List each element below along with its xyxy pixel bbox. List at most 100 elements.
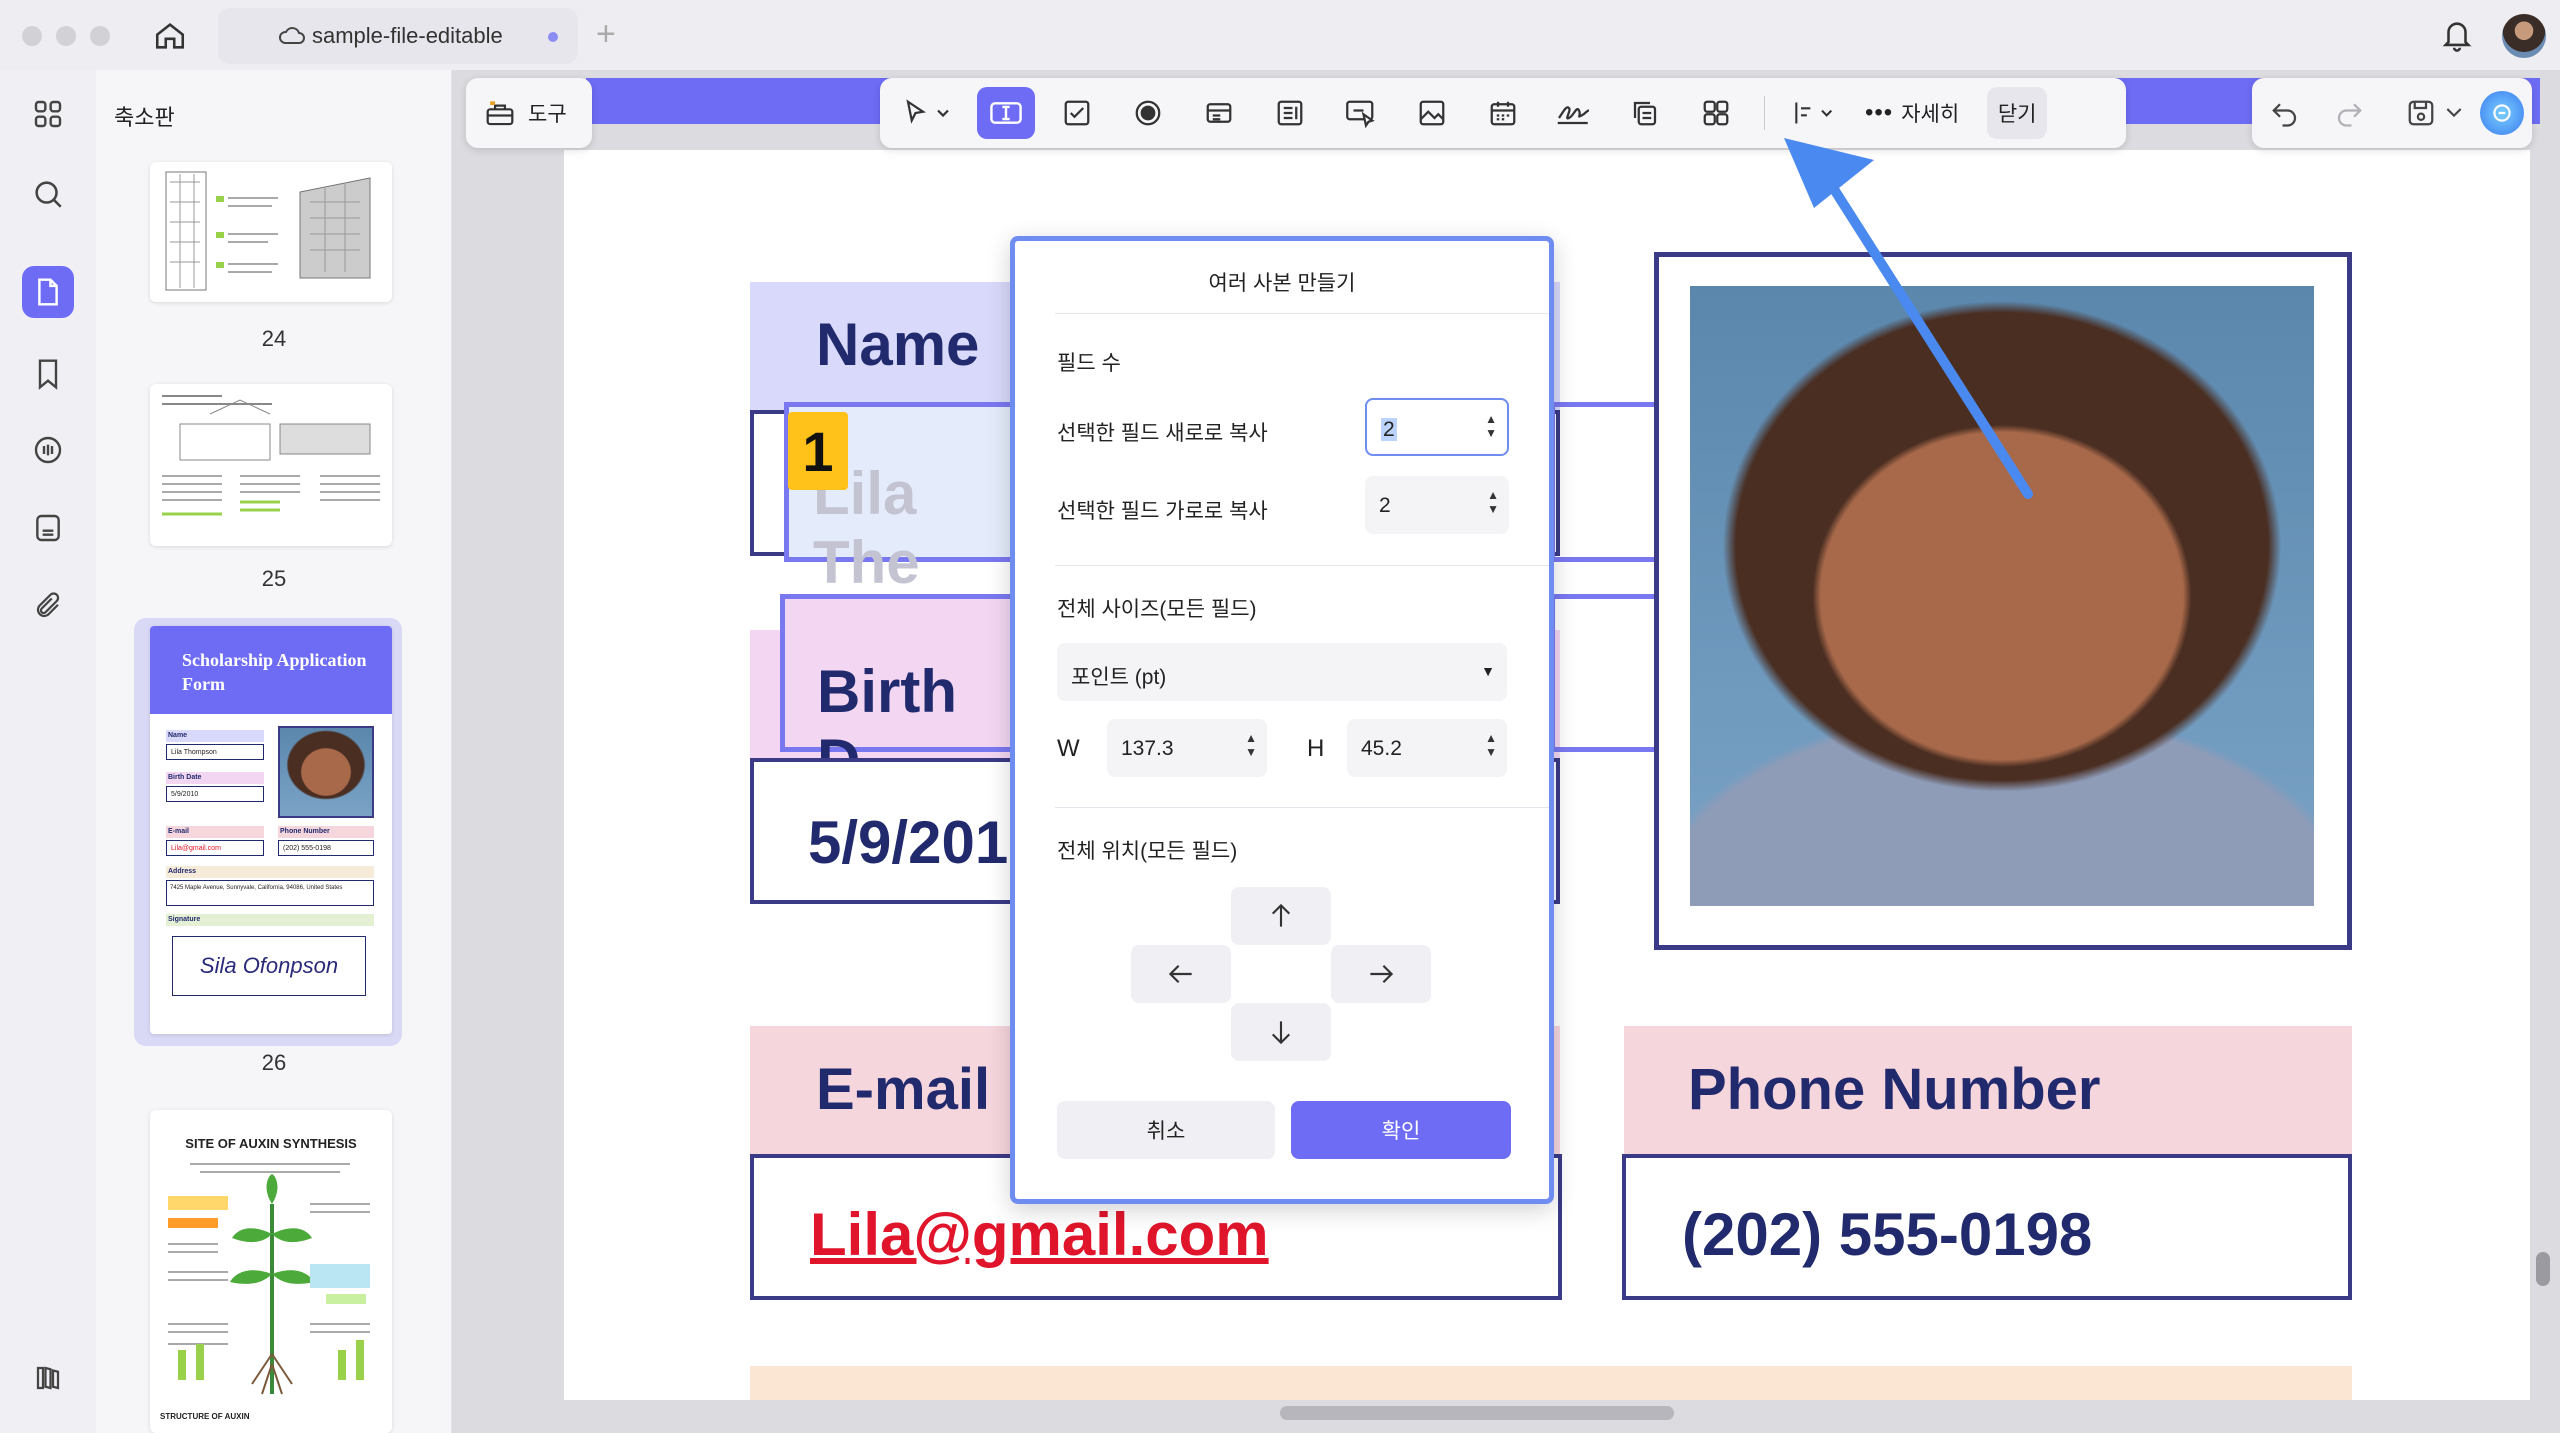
thumb-phone-label: Phone Number [278,826,374,838]
thumb-name-value: Lila Thompson [166,744,264,760]
button-tool-button[interactable] [1332,87,1390,139]
pages-icon[interactable] [22,266,74,318]
left-rail [0,70,96,1433]
image-field-tool-button[interactable] [1403,87,1461,139]
thumb-phone-value: (202) 555-0198 [278,840,374,856]
toolbar-divider [1764,96,1765,130]
height-value: 45.2 [1361,737,1402,760]
tools-label: 도구 [528,103,567,126]
stamp-icon[interactable] [22,502,74,554]
thumb-signature-label: Signature [166,914,374,926]
select-tool-button[interactable] [892,87,964,139]
page-thumbnail-26[interactable]: Scholarship Application Form Name Lila T… [150,626,392,1034]
annotation-arrow [1784,138,2033,499]
date-field-tool-button[interactable] [1474,87,1532,139]
vertical-copies-value: 2 [1381,418,1397,441]
stepper-icon[interactable]: ▲ ▼ [1487,488,1499,516]
stepper-icon[interactable]: ▲ ▼ [1485,731,1497,759]
redo-icon[interactable] [2334,99,2364,127]
phone-field-value: (202) 555-0198 [1682,1201,2093,1268]
thumb-email-label: E-mail [166,826,264,838]
home-icon[interactable] [148,16,192,56]
more-button[interactable]: ••• 자세히 [1865,98,1959,128]
text-field-tool-button[interactable] [977,87,1035,139]
thumb27-title: SITE OF AUXIN SYNTHESIS [185,1136,357,1151]
ok-button[interactable]: 확인 [1291,1101,1511,1159]
vertical-copies-input[interactable]: 2 ▲ ▼ [1365,398,1509,456]
layers-icon[interactable] [22,1352,74,1404]
phone-label: Phone Number [1688,1057,2101,1122]
stepper-icon[interactable]: ▲ ▼ [1245,731,1257,759]
thumb-email-value: Lila@gmail.com [166,840,264,856]
dialog-title: 여러 사본 만들기 [1208,272,1356,295]
tools-button[interactable]: 도구 [466,78,592,148]
vertical-scrollbar[interactable] [2536,1252,2550,1286]
multiple-copies-dialog: 여러 사본 만들기 필드 수 선택한 필드 새로로 복사 2 ▲ ▼ 선택한 필드… [1010,236,1554,1204]
thumb-photo [278,726,374,818]
move-down-button[interactable] [1231,1003,1331,1061]
email-label: E-mail [816,1057,991,1122]
save-dropdown-icon[interactable] [2446,107,2462,119]
thumb-address-value: 7425 Maple Avenue, Sunnyvale, California… [166,880,374,906]
dialog-divider [1055,565,1549,566]
minimize-window-button[interactable] [56,26,76,46]
horizontal-scrollbar[interactable] [1280,1406,1674,1420]
multiple-copies-tool-button[interactable] [1687,87,1745,139]
more-label: 자세히 [1901,103,1960,126]
page-number-25: 25 [261,566,287,591]
unit-select[interactable]: 포인트 (pt) ▼ [1057,643,1507,701]
toolbox-icon [484,98,516,128]
birth-field-value: 5/9/201 [808,809,1009,876]
ai-assistant-icon[interactable] [2480,91,2524,135]
height-label: H [1307,735,1325,762]
signature-tool-button[interactable] [1545,87,1603,139]
move-left-button[interactable] [1131,945,1231,1003]
page-thumbnail-24[interactable] [150,162,392,302]
vertical-copies-label: 선택한 필드 새로로 복사 [1057,422,1268,445]
tab-title: sample-file-editable [312,23,503,48]
stepper-icon[interactable]: ▲ ▼ [1485,412,1497,440]
page-number-26: 26 [261,1050,287,1075]
width-input[interactable]: 137.3 ▲ ▼ [1107,719,1267,777]
document-tab[interactable]: sample-file-editable [218,8,578,64]
checkbox-tool-button[interactable] [1048,87,1106,139]
cancel-button[interactable]: 취소 [1057,1101,1275,1159]
cloud-icon [278,24,306,46]
page-thumbnail-25[interactable] [150,384,392,546]
add-tab-button[interactable]: + [596,16,616,52]
unit-select-value: 포인트 (pt) [1071,666,1167,689]
save-icon[interactable] [2406,98,2436,128]
unsaved-dot [548,32,558,42]
zoom-window-button[interactable] [90,26,110,46]
grid-view-icon[interactable] [22,88,74,140]
list-box-tool-button[interactable] [1261,87,1319,139]
comment-icon[interactable] [22,424,74,476]
height-input[interactable]: 45.2 ▲ ▼ [1347,719,1507,777]
close-window-button[interactable] [22,26,42,46]
attachment-icon[interactable] [22,580,74,632]
width-label: W [1057,735,1080,762]
bell-icon[interactable] [2440,16,2474,54]
phone-field-box[interactable]: (202) 555-0198 [1622,1154,2352,1300]
thumb-address-label: Address [166,866,374,878]
address-label-bg [750,1366,2352,1400]
page-thumbnail-27[interactable]: SITE OF AUXIN SYNTHESIS STRUCTURE OF AUX… [150,1110,392,1433]
move-right-button[interactable] [1331,945,1431,1003]
copy-tool-button[interactable] [1616,87,1674,139]
bookmark-icon[interactable] [22,348,74,400]
horizontal-copies-value: 2 [1379,494,1391,517]
undo-icon[interactable] [2270,99,2300,127]
thumb-birth-value: 5/9/2010 [166,786,264,802]
field-count-heading: 필드 수 [1057,352,1121,375]
thumb-form-title: Scholarship Application Form [150,626,392,714]
search-icon[interactable] [22,168,74,220]
horizontal-copies-input[interactable]: 2 ▲ ▼ [1365,476,1509,534]
arrow-right-icon [1368,962,1394,986]
chevron-down-icon: ▼ [1481,663,1495,679]
user-avatar[interactable] [2502,14,2546,58]
birth-selected-field[interactable]: Birth D [780,594,1020,794]
move-up-button[interactable] [1231,887,1331,945]
arrow-left-icon [1168,962,1194,986]
combo-box-tool-button[interactable] [1190,87,1248,139]
radio-tool-button[interactable] [1119,87,1177,139]
